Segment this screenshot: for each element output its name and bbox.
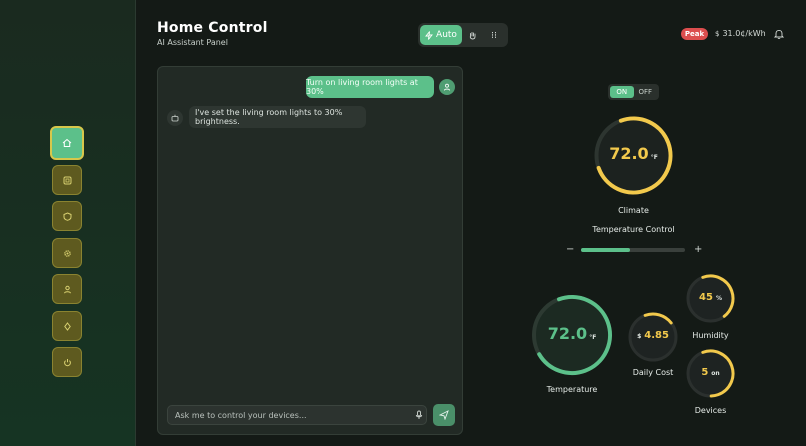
temperature-value: 72.0: [547, 324, 588, 343]
auto-mode-button[interactable]: Auto: [420, 25, 462, 45]
sidebar-item-settings[interactable]: [52, 238, 82, 268]
temperature-unit: °F: [589, 334, 597, 341]
sidebar-item-security[interactable]: [52, 201, 82, 231]
climate-value: 72.0: [609, 144, 649, 163]
toggle-off[interactable]: OFF: [634, 86, 658, 98]
user-avatar: [439, 79, 455, 95]
price-rate: 31.0¢/kWh: [722, 29, 766, 38]
user-icon: [63, 285, 71, 293]
humidity-gauge[interactable]: 45 %: [685, 273, 736, 324]
sidebar-item-power[interactable]: [52, 347, 82, 377]
sliders-icon: [492, 32, 496, 38]
user-icon: [443, 83, 451, 91]
chat-panel: Turn on living room lights at 30% I've s…: [157, 66, 463, 435]
power-icon: [63, 358, 71, 366]
climate-unit: °F: [650, 154, 658, 161]
daily-cost-label: Daily Cost: [632, 368, 674, 377]
microphone-icon[interactable]: [414, 410, 424, 420]
page-subtitle: AI Assistant Panel: [157, 38, 228, 47]
temperature-label: Temperature: [546, 385, 598, 394]
schedule-mode-button[interactable]: [484, 25, 504, 45]
assistant-avatar: [167, 110, 183, 126]
chat-input[interactable]: [167, 405, 427, 425]
temperature-slider-fill: [581, 248, 630, 252]
auto-mode-label: Auto: [436, 30, 457, 40]
temperature-increase-button[interactable]: +: [694, 244, 702, 255]
mode-selector: Auto: [418, 23, 508, 47]
climate-label: Climate: [618, 206, 649, 215]
climate-gauge[interactable]: 72.0 °F: [592, 114, 675, 197]
send-icon: [439, 410, 449, 420]
lightning-icon: [425, 30, 433, 40]
daily-cost-value: 4.85: [644, 330, 669, 341]
temperature-gauge[interactable]: 72.0 °F: [530, 293, 614, 377]
chat-message-user: Turn on living room lights at 30%: [306, 76, 434, 98]
daily-cost-gauge[interactable]: $ 4.85: [627, 311, 679, 363]
humidity-value: 45: [699, 292, 713, 303]
daily-cost-currency: $: [637, 333, 642, 340]
devices-label: Devices: [694, 406, 727, 415]
toggle-on[interactable]: ON: [610, 86, 634, 98]
grid-icon: [63, 176, 71, 184]
main-panel: Home Control AI Assistant Panel Auto Pea…: [137, 0, 806, 446]
humidity-label: Humidity: [692, 331, 729, 340]
chat-message-assistant: I've set the living room lights to 30% b…: [189, 106, 366, 128]
temperature-decrease-button[interactable]: −: [566, 244, 574, 255]
peak-badge: Peak: [681, 28, 708, 40]
sidebar-item-home[interactable]: [50, 126, 84, 160]
temperature-slider[interactable]: [581, 248, 685, 252]
sidebar-item-energy[interactable]: [52, 311, 82, 341]
temperature-control-label: Temperature Control: [592, 225, 675, 234]
bell-icon[interactable]: [773, 28, 785, 40]
humidity-unit: %: [715, 295, 722, 302]
home-icon: [62, 138, 72, 147]
sidebar: [0, 0, 136, 446]
price-currency: $: [715, 30, 720, 38]
page-title: Home Control: [157, 20, 268, 36]
hand-icon: [469, 31, 475, 39]
sidebar-item-devices[interactable]: [52, 165, 82, 195]
devices-unit: on: [711, 370, 720, 377]
manual-mode-button[interactable]: [462, 25, 482, 45]
bot-icon: [171, 114, 179, 122]
send-button[interactable]: [433, 404, 455, 426]
energy-price: $31.0¢/kWh: [715, 29, 766, 38]
devices-value: 5: [701, 367, 709, 378]
devices-gauge[interactable]: 5 on: [685, 348, 736, 399]
climate-toggle[interactable]: ON OFF: [608, 84, 659, 100]
shield-icon: [63, 211, 71, 221]
sidebar-item-profile[interactable]: [52, 274, 82, 304]
gear-icon: [63, 249, 71, 257]
bolt-icon: [63, 321, 71, 331]
